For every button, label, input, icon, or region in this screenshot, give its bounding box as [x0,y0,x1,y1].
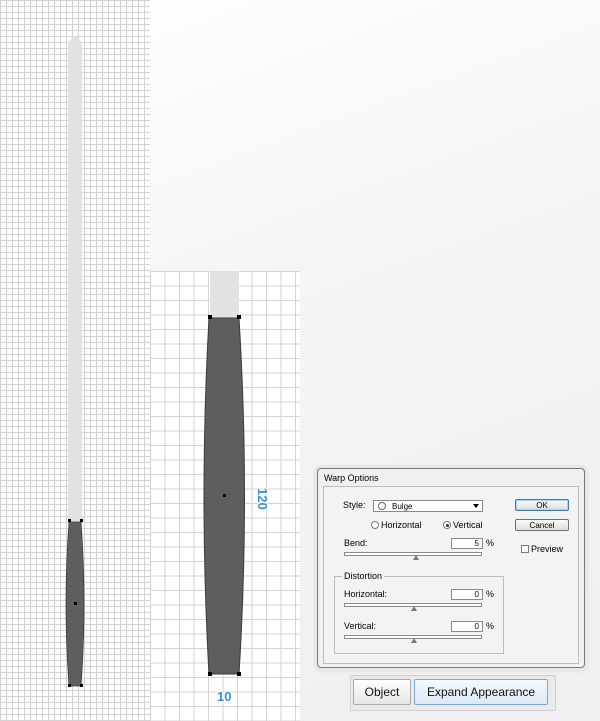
style-select[interactable]: Bulge [373,500,483,512]
vertical-distortion-thumb[interactable] [411,638,417,643]
distortion-group [334,576,504,654]
anchor-point[interactable] [208,315,212,319]
object-button[interactable]: Object [353,679,411,705]
expand-appearance-button[interactable]: Expand Appearance [414,679,548,705]
center-point[interactable] [74,602,77,605]
radio-horizontal-label: Horizontal [381,520,422,530]
vertical-distortion-label: Vertical: [344,621,377,631]
vertical-distortion-unit: % [486,621,495,631]
anchor-point[interactable] [68,684,71,687]
vertical-distortion-input[interactable]: 0 [451,621,483,632]
radio-vertical[interactable] [443,521,451,529]
anchor-point[interactable] [80,684,83,687]
anchor-point[interactable] [208,672,212,676]
horizontal-distortion-input[interactable]: 0 [451,589,483,600]
bend-label: Bend: [344,538,368,548]
bulge-icon [378,502,386,510]
chevron-down-icon [473,504,479,508]
warp-options-dialog: Warp Options Style: Bulge Horizontal Ver… [317,468,585,668]
style-select-value: Bulge [392,502,413,511]
center-point[interactable] [223,494,226,497]
style-label: Style: [343,500,366,510]
horizontal-distortion-label: Horizontal: [344,589,388,599]
anchor-point[interactable] [237,315,241,319]
anchor-point[interactable] [237,672,241,676]
radio-vertical-label: Vertical [453,520,483,530]
radio-horizontal[interactable] [371,521,379,529]
preview-label: Preview [531,544,564,554]
preview-checkbox[interactable] [521,545,529,553]
height-measurement: 120 [255,488,270,510]
bend-unit: % [486,538,495,548]
distortion-label: Distortion [342,571,385,581]
dialog-title: Warp Options [324,473,379,483]
anchor-point[interactable] [80,519,83,522]
brush-handle-shape [68,38,82,522]
cancel-button[interactable]: Cancel [515,519,569,531]
bend-slider-thumb[interactable] [413,555,420,560]
horizontal-distortion-thumb[interactable] [411,606,417,611]
brush-ferrule-zoomed[interactable] [203,316,246,678]
ok-button[interactable]: OK [515,499,569,511]
horizontal-distortion-unit: % [486,589,495,599]
brush-handle-zoomed [210,271,239,318]
bend-input[interactable]: 5 [451,538,483,549]
anchor-point[interactable] [68,519,71,522]
width-measurement: 10 [217,689,232,704]
